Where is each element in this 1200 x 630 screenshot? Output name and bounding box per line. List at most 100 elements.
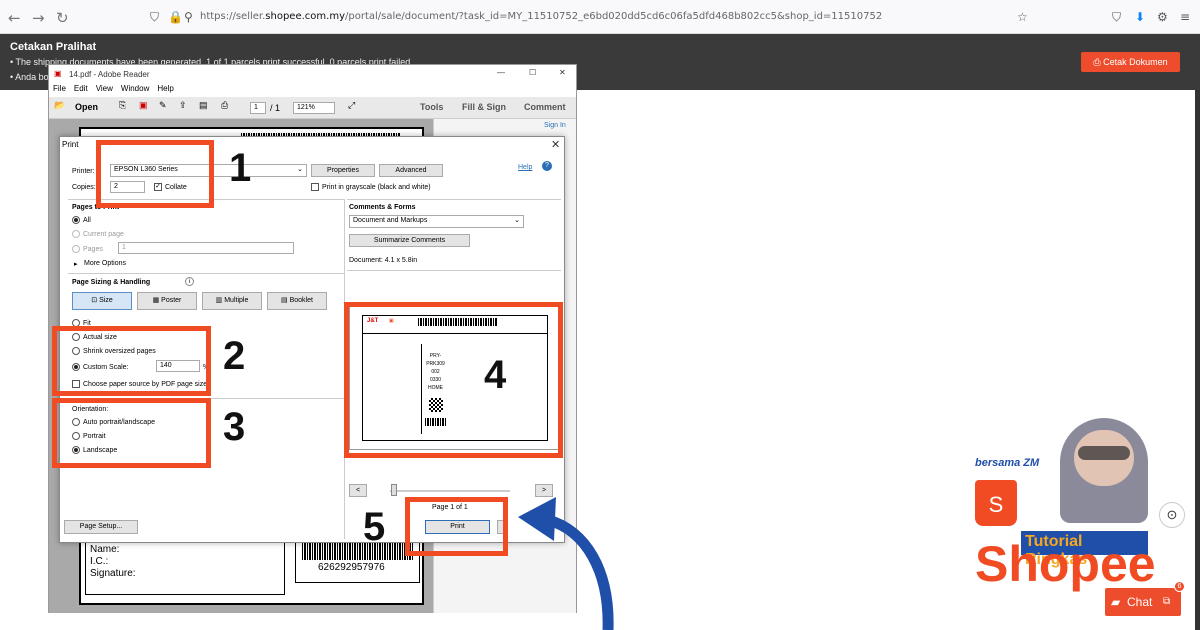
- window-title: 14.pdf - Adobe Reader: [69, 70, 150, 79]
- poster-button[interactable]: ▦ Poster: [137, 292, 197, 310]
- menu-file[interactable]: File: [53, 84, 66, 93]
- print-icon[interactable]: ⎙: [221, 100, 228, 111]
- save-icon[interactable]: ▤: [199, 100, 208, 111]
- close-icon[interactable]: ✕: [551, 138, 560, 151]
- info-icon[interactable]: i: [185, 277, 194, 286]
- printer-icon: ⎙: [1093, 57, 1104, 67]
- edit-icon[interactable]: ✎: [159, 100, 167, 111]
- extension-icon[interactable]: ⚙: [1157, 10, 1168, 24]
- multiple-button[interactable]: ▥ Multiple: [202, 292, 262, 310]
- advanced-button[interactable]: Advanced: [379, 164, 443, 177]
- size-icon: ⊡: [91, 297, 100, 304]
- presenter-photo: [1060, 418, 1148, 523]
- window-titlebar: ▣ 14.pdf - Adobe Reader — ☐ ✕: [49, 65, 576, 84]
- more-options-toggle[interactable]: More Options: [84, 260, 126, 267]
- annotation-box-1: [96, 140, 214, 208]
- upload-icon[interactable]: ⇪: [179, 100, 187, 111]
- pages-label: Pages: [83, 246, 103, 253]
- create-icon[interactable]: ⎘: [119, 100, 126, 111]
- name-label: Name:: [90, 544, 120, 555]
- pdf-tools-icon[interactable]: ▣: [139, 100, 148, 111]
- zoom-field[interactable]: 121%: [293, 102, 335, 114]
- sizing-heading: Page Sizing & Handling: [72, 279, 151, 286]
- reload-icon[interactable]: ↻: [56, 9, 69, 27]
- adobe-toolbar: 📂 Open ⎘ ▣ ✎ ⇪ ▤ ⎙ 1 / 1 121% ⤢ Tools Fi…: [49, 97, 576, 119]
- copies-label: Copies:: [72, 184, 96, 191]
- comments-select[interactable]: Document and Markups ⌄: [349, 215, 524, 228]
- properties-button[interactable]: Properties: [311, 164, 375, 177]
- arrow-icon: [518, 497, 614, 630]
- status-line-2: • Anda bo: [10, 72, 49, 82]
- expand-icon[interactable]: ▸: [74, 260, 78, 268]
- current-page-radio[interactable]: [72, 230, 80, 238]
- menu-window[interactable]: Window: [121, 84, 149, 93]
- minimize-icon[interactable]: —: [497, 68, 505, 77]
- download-icon[interactable]: ⬇: [1135, 10, 1145, 24]
- open-button[interactable]: Open: [75, 102, 98, 112]
- page-slider[interactable]: [390, 490, 510, 492]
- notification-badge: 6: [1174, 581, 1185, 592]
- expand-icon: ⧉: [1163, 596, 1171, 607]
- pages-radio[interactable]: [72, 245, 80, 253]
- page-number-field[interactable]: 1: [250, 102, 266, 114]
- menu-edit[interactable]: Edit: [74, 84, 88, 93]
- maximize-icon[interactable]: ☐: [529, 68, 536, 77]
- permissions-icon[interactable]: ⚲: [184, 10, 193, 24]
- ic-label: I.C.:: [90, 556, 109, 567]
- dialog-title: Print: [62, 140, 79, 149]
- divider: [347, 270, 561, 271]
- folder-icon[interactable]: 📂: [54, 100, 65, 111]
- lock-icon[interactable]: 🔒: [168, 10, 183, 24]
- printer-label: Printer:: [72, 168, 95, 175]
- grayscale-label: Print in grayscale (black and white): [322, 184, 431, 191]
- comment-tab[interactable]: Comment: [524, 102, 566, 112]
- step-number-2: 2: [223, 334, 246, 378]
- tools-tab[interactable]: Tools: [420, 102, 443, 112]
- multiple-icon: ▥: [215, 297, 225, 304]
- document-size-label: Document: 4.1 x 5.8in: [349, 257, 418, 264]
- step-number-3: 3: [223, 405, 246, 449]
- annotation-box-5: [405, 497, 508, 556]
- divider: [347, 199, 561, 200]
- chat-button[interactable]: ▰ Chat ⧉: [1105, 588, 1181, 616]
- sign-in-link[interactable]: Sign In: [544, 122, 566, 129]
- address-bar[interactable]: https://seller.shopee.com.my/portal/sale…: [200, 11, 882, 22]
- close-icon[interactable]: ✕: [559, 68, 566, 77]
- fill-sign-tab[interactable]: Fill & Sign: [462, 102, 506, 112]
- annotation-box-4: [344, 302, 563, 458]
- tracking-number: 626292957976: [318, 562, 385, 573]
- summarize-comments-button[interactable]: Summarize Comments: [349, 234, 470, 247]
- poster-icon: ▦: [152, 297, 162, 304]
- all-radio[interactable]: [72, 216, 80, 224]
- scrollbar[interactable]: [1195, 90, 1200, 630]
- pages-input[interactable]: 1: [118, 242, 294, 254]
- step-number-5: 5: [363, 505, 386, 549]
- bookmark-star-icon[interactable]: ☆: [1017, 10, 1028, 24]
- shield-icon[interactable]: ⛉: [150, 10, 159, 25]
- chevron-down-icon: ⌄: [514, 217, 520, 224]
- help-icon[interactable]: ?: [542, 161, 552, 171]
- comments-forms-heading: Comments & Forms: [349, 204, 416, 211]
- forward-icon[interactable]: →: [32, 9, 45, 27]
- menu-help[interactable]: Help: [157, 84, 173, 93]
- fit-page-icon[interactable]: ⤢: [348, 100, 355, 111]
- page-setup-button[interactable]: Page Setup...: [64, 520, 138, 534]
- support-icon[interactable]: ⊙: [1159, 502, 1185, 528]
- browser-toolbar: ← → ↻ ⛉ 🔒 ⚲ https://seller.shopee.com.my…: [0, 0, 1200, 34]
- prev-page-button[interactable]: <: [349, 484, 367, 497]
- grayscale-checkbox[interactable]: [311, 183, 319, 191]
- menu-view[interactable]: View: [96, 84, 113, 93]
- menu-icon[interactable]: ≡: [1180, 10, 1190, 24]
- current-page-label: Current page: [83, 231, 124, 238]
- shopee-bag-icon: S: [975, 480, 1017, 526]
- help-link[interactable]: Help: [518, 164, 532, 171]
- booklet-button[interactable]: ▤ Booklet: [267, 292, 327, 310]
- print-document-button[interactable]: ⎙ Cetak Dokumen: [1081, 52, 1180, 72]
- tracking-barcode: [302, 540, 414, 560]
- booklet-icon: ▤: [281, 297, 290, 304]
- pocket-icon[interactable]: ⛉: [1112, 10, 1121, 25]
- step-number-4: 4: [484, 353, 507, 397]
- slider-handle[interactable]: [391, 484, 397, 496]
- size-button[interactable]: ⊡ Size: [72, 292, 132, 310]
- back-icon[interactable]: ←: [8, 9, 21, 27]
